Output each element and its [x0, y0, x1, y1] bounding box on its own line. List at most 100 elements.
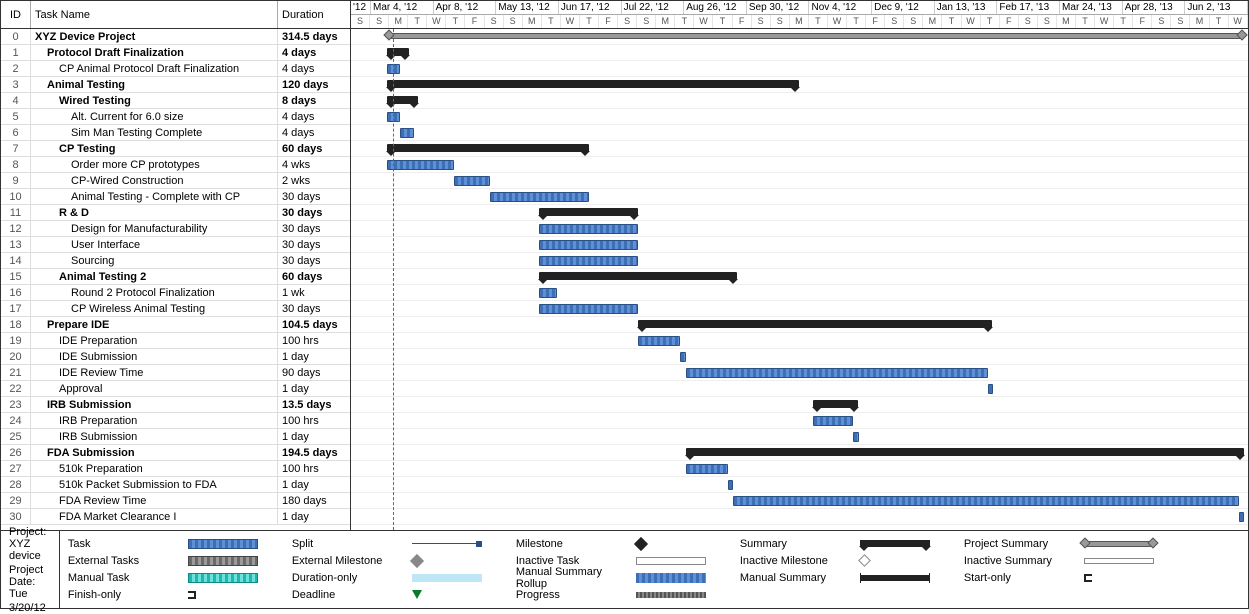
table-row[interactable]: 14Sourcing30 days	[1, 253, 350, 269]
cell-id: 11	[1, 205, 31, 220]
gantt-row-bg	[351, 125, 1248, 141]
summary-bar[interactable]	[387, 48, 409, 56]
legend-label: Task	[68, 538, 178, 550]
table-row[interactable]: 5Alt. Current for 6.0 size4 days	[1, 109, 350, 125]
summary-bar[interactable]	[686, 448, 1244, 456]
task-bar[interactable]	[539, 224, 638, 234]
cell-name: User Interface	[31, 237, 278, 252]
table-row[interactable]: 18Prepare IDE104.5 days	[1, 317, 350, 333]
cell-name: FDA Market Clearance I	[31, 509, 278, 524]
summary-bar[interactable]	[387, 96, 418, 104]
month-header: Nov 4, '12	[809, 1, 872, 14]
day-header: S	[885, 15, 904, 29]
gantt-row-bg	[351, 61, 1248, 77]
legend-item: Duration-only	[292, 569, 492, 586]
table-row[interactable]: 0XYZ Device Project314.5 days	[1, 29, 350, 45]
table-row[interactable]: 8Order more CP prototypes4 wks	[1, 157, 350, 173]
project-bar[interactable]	[387, 33, 1244, 39]
summary-bar[interactable]	[539, 208, 638, 216]
summary-bar[interactable]	[539, 272, 736, 280]
table-row[interactable]: 30FDA Market Clearance I1 day	[1, 509, 350, 525]
table-row[interactable]: 7CP Testing60 days	[1, 141, 350, 157]
task-bar[interactable]	[387, 160, 454, 170]
summary-bar[interactable]	[813, 400, 858, 408]
table-row[interactable]: 29FDA Review Time180 days	[1, 493, 350, 509]
cell-id: 9	[1, 173, 31, 188]
task-bar[interactable]	[638, 336, 680, 346]
table-row[interactable]: 20IDE Submission1 day	[1, 349, 350, 365]
table-row[interactable]: 1Protocol Draft Finalization4 days	[1, 45, 350, 61]
table-row[interactable]: 24IRB Preparation100 hrs	[1, 413, 350, 429]
table-row[interactable]: 17CP Wireless Animal Testing30 days	[1, 301, 350, 317]
cell-name: Animal Testing	[31, 77, 278, 92]
gantt-row-bg	[351, 461, 1248, 477]
task-bar[interactable]	[813, 416, 853, 426]
task-bar[interactable]	[1239, 512, 1244, 522]
task-bar[interactable]	[728, 480, 733, 490]
table-row[interactable]: 13User Interface30 days	[1, 237, 350, 253]
task-bar[interactable]	[490, 192, 589, 202]
table-row[interactable]: 25IRB Submission1 day	[1, 429, 350, 445]
cell-duration: 104.5 days	[278, 317, 350, 332]
table-row[interactable]: 4Wired Testing8 days	[1, 93, 350, 109]
month-header: Apr 8, '12	[434, 1, 497, 14]
legend-swatch	[634, 536, 648, 550]
day-header: F	[465, 15, 484, 29]
table-row[interactable]: 9CP-Wired Construction2 wks	[1, 173, 350, 189]
table-row[interactable]: 3Animal Testing120 days	[1, 77, 350, 93]
status-date-line	[393, 29, 394, 530]
summary-bar[interactable]	[387, 80, 800, 88]
table-row[interactable]: 12Design for Manufacturability30 days	[1, 221, 350, 237]
table-row[interactable]: 23IRB Submission13.5 days	[1, 397, 350, 413]
cell-duration: 194.5 days	[278, 445, 350, 460]
table-row[interactable]: 22Approval1 day	[1, 381, 350, 397]
cell-id: 16	[1, 285, 31, 300]
day-header: W	[694, 15, 713, 29]
legend-item: Deadline	[292, 586, 492, 603]
task-bar[interactable]	[400, 128, 413, 138]
summary-bar[interactable]	[387, 144, 589, 152]
table-row[interactable]: 27510k Preparation100 hrs	[1, 461, 350, 477]
day-header: M	[923, 15, 942, 29]
task-bar[interactable]	[733, 496, 1239, 506]
task-bar[interactable]	[686, 368, 988, 378]
task-bar[interactable]	[853, 432, 858, 442]
cell-id: 27	[1, 461, 31, 476]
task-bar[interactable]	[539, 288, 557, 298]
task-bar[interactable]	[686, 464, 728, 474]
gantt-row-bg	[351, 333, 1248, 349]
summary-bar[interactable]	[638, 320, 992, 328]
cell-id: 10	[1, 189, 31, 204]
col-id-header: ID	[1, 1, 31, 28]
table-row[interactable]: 11R & D30 days	[1, 205, 350, 221]
cell-name: FDA Submission	[31, 445, 278, 460]
table-row[interactable]: 2CP Animal Protocol Draft Finalization4 …	[1, 61, 350, 77]
table-row[interactable]: 21IDE Review Time90 days	[1, 365, 350, 381]
table-row[interactable]: 28510k Packet Submission to FDA1 day	[1, 477, 350, 493]
cell-duration: 4 days	[278, 109, 350, 124]
task-bar[interactable]	[680, 352, 685, 362]
legend-label: Start-only	[964, 572, 1074, 584]
task-bar[interactable]	[539, 256, 638, 266]
cell-name: Prepare IDE	[31, 317, 278, 332]
task-bar[interactable]	[539, 240, 638, 250]
cell-id: 26	[1, 445, 31, 460]
task-bar[interactable]	[539, 304, 638, 314]
gantt-row-bg	[351, 253, 1248, 269]
project-date1: Project Date: Tue	[9, 564, 51, 600]
table-row[interactable]: 26FDA Submission194.5 days	[1, 445, 350, 461]
gantt-pane[interactable]: '12Mar 4, '12Apr 8, '12May 13, '12Jun 17…	[351, 1, 1248, 530]
task-bar[interactable]	[988, 384, 993, 394]
table-row[interactable]: 6Sim Man Testing Complete4 days	[1, 125, 350, 141]
cell-duration: 4 days	[278, 61, 350, 76]
table-row[interactable]: 10Animal Testing - Complete with CP30 da…	[1, 189, 350, 205]
legend-item: Start-only	[964, 569, 1164, 586]
table-row[interactable]: 16Round 2 Protocol Finalization1 wk	[1, 285, 350, 301]
task-bar[interactable]	[454, 176, 490, 186]
cell-duration: 30 days	[278, 301, 350, 316]
table-row[interactable]: 15Animal Testing 260 days	[1, 269, 350, 285]
month-header: Dec 9, '12	[872, 1, 935, 14]
table-row[interactable]: 19IDE Preparation100 hrs	[1, 333, 350, 349]
cell-name: Approval	[31, 381, 278, 396]
legend-swatch	[636, 557, 706, 565]
